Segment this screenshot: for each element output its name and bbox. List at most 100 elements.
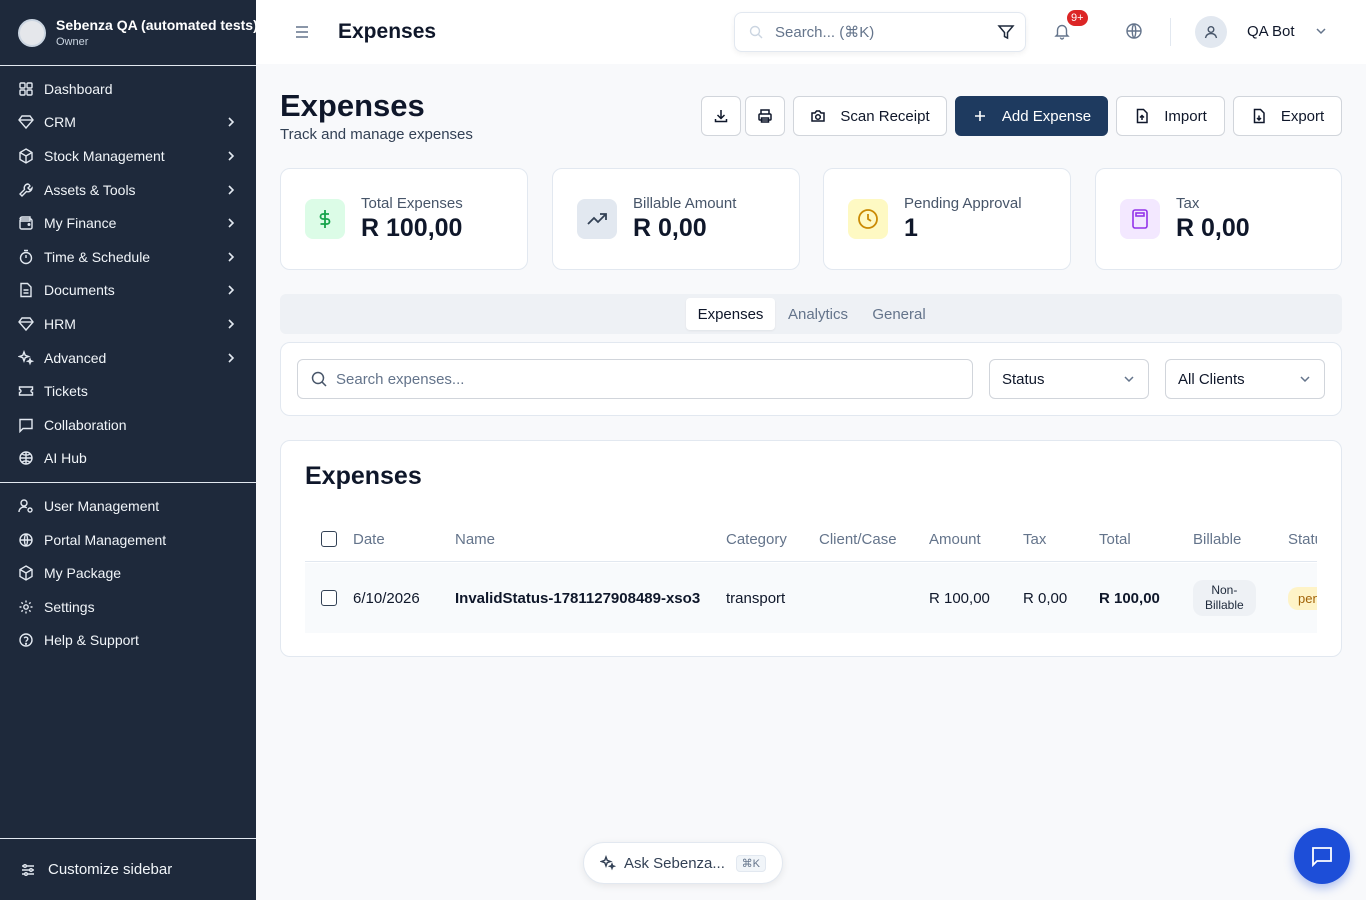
column-header-name[interactable]: Name bbox=[455, 517, 495, 561]
sidebar-item-portal-management[interactable]: Portal Management bbox=[0, 523, 256, 557]
top-bar-divider bbox=[1170, 18, 1171, 46]
globe-icon[interactable] bbox=[1125, 22, 1143, 40]
sidebar-item-documents[interactable]: Documents bbox=[0, 274, 256, 308]
sidebar-item-time-schedule[interactable]: Time & Schedule bbox=[0, 240, 256, 274]
download-icon bbox=[714, 110, 728, 123]
stat-value: R 100,00 bbox=[361, 214, 463, 242]
sidebar-item-label: My Finance bbox=[44, 215, 117, 232]
stat-label: Total Expenses bbox=[361, 195, 463, 212]
sidebar-item-label: Portal Management bbox=[44, 531, 167, 548]
import-button[interactable]: Import bbox=[1116, 96, 1225, 136]
expenses-table-card: Expenses Date Name Category Client/Case … bbox=[280, 440, 1342, 657]
sidebar-item-tickets[interactable]: Tickets bbox=[0, 374, 256, 408]
expense-search-input[interactable]: Search expenses... bbox=[297, 359, 973, 399]
sidebar-item-my-finance[interactable]: My Finance bbox=[0, 206, 256, 240]
user-avatar[interactable] bbox=[1195, 16, 1227, 48]
sidebar-item-label: HRM bbox=[44, 315, 76, 332]
dashboard-icon bbox=[19, 82, 33, 96]
column-header-date[interactable]: Date bbox=[353, 517, 385, 561]
sidebar-item-crm[interactable]: CRM bbox=[0, 106, 256, 140]
sidebar-item-help-support[interactable]: Help & Support bbox=[0, 624, 256, 658]
row-select-cell bbox=[321, 563, 337, 633]
status-select[interactable]: Status bbox=[989, 359, 1149, 399]
chevron-right-icon bbox=[228, 285, 235, 295]
table-row[interactable]: 6/10/2026 InvalidStatus-1781127908489-xs… bbox=[305, 563, 1317, 633]
cell-name[interactable]: InvalidStatus-1781127908489-xso3 bbox=[455, 563, 700, 633]
billable-badge-line2: Billable bbox=[1205, 598, 1244, 612]
global-search-input[interactable]: Search... (⌘K) bbox=[734, 12, 1026, 52]
billable-badge-line1: Non- bbox=[1211, 583, 1238, 597]
column-header-category[interactable]: Category bbox=[726, 517, 787, 561]
cell-tax: R 0,00 bbox=[1023, 589, 1068, 607]
print-button[interactable] bbox=[745, 96, 785, 136]
page-title: Expenses bbox=[280, 88, 425, 123]
chevron-right-icon bbox=[228, 319, 235, 329]
filter-bar: Search expenses... Status All Clients bbox=[280, 342, 1342, 416]
status-badge: pending bbox=[1288, 586, 1317, 610]
column-header-total[interactable]: Total bbox=[1099, 517, 1131, 561]
column-header-billable[interactable]: Billable bbox=[1193, 517, 1241, 561]
dollar-icon bbox=[319, 210, 331, 228]
chevron-right-icon bbox=[228, 252, 235, 262]
add-expense-button[interactable]: Add Expense bbox=[955, 96, 1108, 136]
sidebar-item-label: User Management bbox=[44, 497, 160, 514]
ticket-icon bbox=[18, 386, 34, 396]
cell-status: pending bbox=[1288, 563, 1317, 633]
stat-icon-bg bbox=[577, 199, 617, 239]
sidebar-item-user-management[interactable]: User Management bbox=[0, 489, 256, 523]
select-all-cell bbox=[321, 517, 337, 561]
package-icon bbox=[19, 565, 33, 581]
customize-sidebar-label: Customize sidebar bbox=[48, 861, 173, 878]
table-title: Expenses bbox=[305, 462, 422, 490]
column-header-client[interactable]: Client/Case bbox=[819, 517, 897, 561]
user-cog-icon bbox=[18, 499, 33, 513]
tab-analytics[interactable]: Analytics bbox=[777, 298, 859, 330]
sidebar-item-hrm[interactable]: HRM bbox=[0, 307, 256, 341]
chevron-right-icon bbox=[228, 151, 235, 161]
wallet-icon bbox=[19, 216, 33, 230]
sidebar-item-advanced[interactable]: Advanced bbox=[0, 341, 256, 375]
sidebar-item-ai-hub[interactable]: AI Hub bbox=[0, 442, 256, 476]
sidebar-item-my-package[interactable]: My Package bbox=[0, 556, 256, 590]
stat-label: Tax bbox=[1176, 195, 1200, 212]
page-subtitle: Track and manage expenses bbox=[280, 126, 473, 143]
select-all-checkbox[interactable] bbox=[321, 531, 337, 547]
customize-sidebar-button[interactable]: Customize sidebar bbox=[0, 838, 256, 900]
stat-card-total-expenses: Total Expenses R 100,00 bbox=[280, 168, 528, 270]
chevron-right-icon bbox=[228, 185, 235, 195]
add-expense-label: Add Expense bbox=[1001, 107, 1092, 125]
sidebar-item-stock-management[interactable]: Stock Management bbox=[0, 139, 256, 173]
cell-amount: R 100,00 bbox=[929, 589, 990, 607]
sidebar-item-collaboration[interactable]: Collaboration bbox=[0, 408, 256, 442]
sidebar-item-settings[interactable]: Settings bbox=[0, 590, 256, 624]
filter-icon[interactable] bbox=[997, 23, 1015, 41]
globe-icon bbox=[19, 532, 33, 547]
tab-expenses[interactable]: Expenses bbox=[686, 298, 775, 330]
user-name[interactable]: QA Bot bbox=[1247, 23, 1295, 40]
tab-general[interactable]: General bbox=[863, 298, 935, 330]
export-button[interactable]: Export bbox=[1233, 96, 1342, 136]
download-button[interactable] bbox=[701, 96, 741, 136]
search-icon bbox=[749, 25, 763, 39]
chat-button[interactable] bbox=[1294, 828, 1350, 884]
sidebar-item-assets-tools[interactable]: Assets & Tools bbox=[0, 173, 256, 207]
gem-icon bbox=[18, 115, 34, 130]
column-header-tax[interactable]: Tax bbox=[1023, 517, 1046, 561]
sidebar-item-label: Tickets bbox=[44, 383, 88, 400]
scan-receipt-button[interactable]: Scan Receipt bbox=[793, 96, 947, 136]
org-switcher[interactable]: Sebenza QA (automated tests) Owner bbox=[0, 0, 256, 66]
row-checkbox[interactable] bbox=[321, 590, 337, 606]
user-icon bbox=[1204, 26, 1218, 39]
column-header-amount[interactable]: Amount bbox=[929, 517, 981, 561]
chevron-down-icon bbox=[1300, 376, 1310, 383]
client-select[interactable]: All Clients bbox=[1165, 359, 1325, 399]
stat-value: 1 bbox=[904, 214, 918, 242]
sidebar-item-dashboard[interactable]: Dashboard bbox=[0, 72, 256, 106]
menu-icon[interactable] bbox=[292, 22, 312, 42]
timer-icon bbox=[19, 249, 33, 264]
chevron-down-icon[interactable] bbox=[1314, 24, 1328, 38]
column-header-status[interactable]: Status bbox=[1288, 517, 1317, 561]
sidebar-item-label: AI Hub bbox=[44, 450, 87, 467]
stat-icon-bg bbox=[848, 199, 888, 239]
ask-assistant-button[interactable]: Ask Sebenza... ⌘K bbox=[583, 842, 783, 884]
